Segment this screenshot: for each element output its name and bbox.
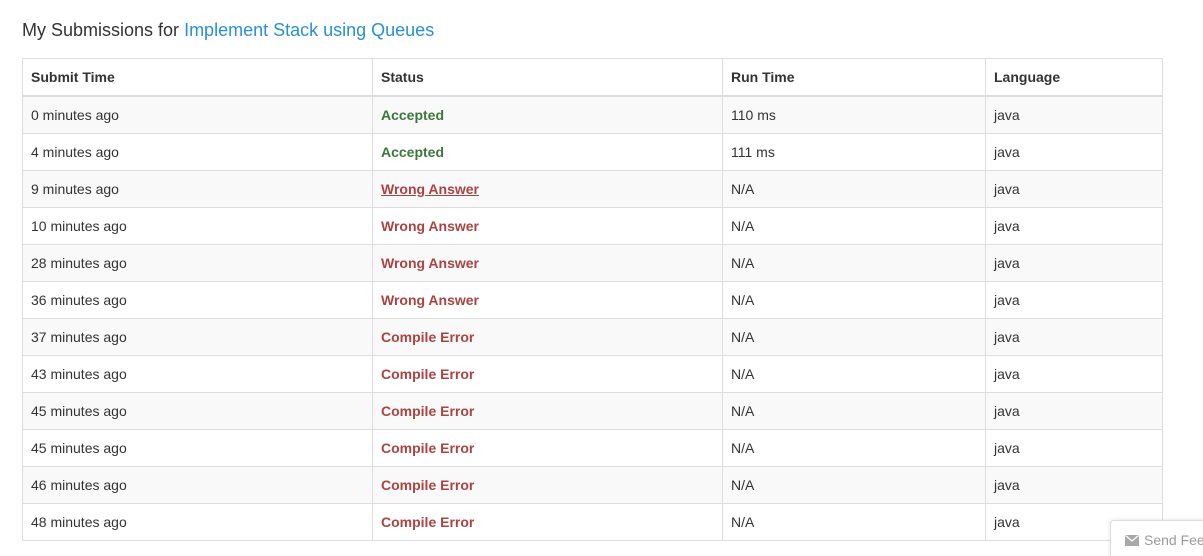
submit-time-cell: 48 minutes ago bbox=[22, 503, 373, 541]
table-row: 4 minutes ago Accepted 111 ms java bbox=[22, 133, 1163, 171]
run-time-cell: N/A bbox=[722, 207, 986, 245]
status-cell: Compile Error bbox=[372, 429, 723, 467]
status-cell: Wrong Answer bbox=[372, 244, 723, 282]
run-time-cell: N/A bbox=[722, 466, 986, 504]
table-row: 45 minutes ago Compile Error N/A java bbox=[22, 429, 1163, 467]
submit-time-cell: 45 minutes ago bbox=[22, 392, 373, 430]
table-header-row: Submit Time Status Run Time Language bbox=[22, 58, 1163, 97]
table-row: 48 minutes ago Compile Error N/A java bbox=[22, 503, 1163, 541]
status-link[interactable]: Wrong Answer bbox=[381, 292, 479, 308]
status-cell: Accepted bbox=[372, 95, 723, 134]
submit-time-cell: 9 minutes ago bbox=[22, 170, 373, 208]
language-cell: java bbox=[985, 244, 1163, 282]
submissions-table: Submit Time Status Run Time Language 0 m… bbox=[22, 58, 1163, 541]
language-cell: java bbox=[985, 355, 1163, 393]
run-time-cell: N/A bbox=[722, 392, 986, 430]
language-cell: java bbox=[985, 281, 1163, 319]
table-row: 43 minutes ago Compile Error N/A java bbox=[22, 355, 1163, 393]
status-link[interactable]: Accepted bbox=[381, 144, 444, 160]
language-cell: java bbox=[985, 207, 1163, 245]
table-row: 46 minutes ago Compile Error N/A java bbox=[22, 466, 1163, 504]
status-link[interactable]: Wrong Answer bbox=[381, 218, 479, 234]
problem-link[interactable]: Implement Stack using Queues bbox=[184, 20, 434, 40]
status-cell: Wrong Answer bbox=[372, 207, 723, 245]
run-time-cell: N/A bbox=[722, 170, 986, 208]
table-row: 0 minutes ago Accepted 110 ms java bbox=[22, 95, 1163, 134]
status-cell: Wrong Answer bbox=[372, 170, 723, 208]
table-row: 10 minutes ago Wrong Answer N/A java bbox=[22, 207, 1163, 245]
submit-time-cell: 0 minutes ago bbox=[22, 95, 373, 134]
status-link[interactable]: Wrong Answer bbox=[381, 255, 479, 271]
language-cell: java bbox=[985, 318, 1163, 356]
status-cell: Compile Error bbox=[372, 392, 723, 430]
column-header-submit-time: Submit Time bbox=[22, 58, 373, 97]
submit-time-cell: 37 minutes ago bbox=[22, 318, 373, 356]
language-cell: java bbox=[985, 170, 1163, 208]
status-link[interactable]: Compile Error bbox=[381, 329, 474, 345]
language-cell: java bbox=[985, 95, 1163, 134]
run-time-cell: N/A bbox=[722, 281, 986, 319]
status-cell: Accepted bbox=[372, 133, 723, 171]
page-title-prefix: My Submissions for bbox=[22, 20, 180, 40]
submit-time-cell: 28 minutes ago bbox=[22, 244, 373, 282]
table-row: 37 minutes ago Compile Error N/A java bbox=[22, 318, 1163, 356]
language-cell: java bbox=[985, 429, 1163, 467]
send-feedback-label: Send Feedback bbox=[1144, 532, 1203, 548]
submit-time-cell: 46 minutes ago bbox=[22, 466, 373, 504]
table-row: 36 minutes ago Wrong Answer N/A java bbox=[22, 281, 1163, 319]
page-title: My Submissions for Implement Stack using… bbox=[22, 18, 434, 42]
status-link[interactable]: Compile Error bbox=[381, 403, 474, 419]
run-time-cell: 111 ms bbox=[722, 133, 986, 171]
status-link[interactable]: Accepted bbox=[381, 107, 444, 123]
table-body: 0 minutes ago Accepted 110 ms java 4 minutes… bbox=[22, 95, 1163, 541]
run-time-cell: N/A bbox=[722, 318, 986, 356]
status-cell: Wrong Answer bbox=[372, 281, 723, 319]
submit-time-cell: 45 minutes ago bbox=[22, 429, 373, 467]
table-row: 9 minutes ago Wrong Answer N/A java bbox=[22, 170, 1163, 208]
run-time-cell: N/A bbox=[722, 244, 986, 282]
language-cell: java bbox=[985, 133, 1163, 171]
submit-time-cell: 10 minutes ago bbox=[22, 207, 373, 245]
send-feedback-button[interactable]: Send Feedback bbox=[1110, 520, 1203, 556]
column-header-run-time: Run Time bbox=[722, 58, 986, 97]
table-header: Submit Time Status Run Time Language bbox=[22, 58, 1163, 97]
status-link[interactable]: Compile Error bbox=[381, 366, 474, 382]
status-link[interactable]: Wrong Answer bbox=[381, 181, 479, 197]
run-time-cell: N/A bbox=[722, 429, 986, 467]
status-cell: Compile Error bbox=[372, 318, 723, 356]
status-cell: Compile Error bbox=[372, 503, 723, 541]
status-link[interactable]: Compile Error bbox=[381, 477, 474, 493]
table-row: 28 minutes ago Wrong Answer N/A java bbox=[22, 244, 1163, 282]
language-cell: java bbox=[985, 466, 1163, 504]
run-time-cell: 110 ms bbox=[722, 95, 986, 134]
status-cell: Compile Error bbox=[372, 466, 723, 504]
submit-time-cell: 4 minutes ago bbox=[22, 133, 373, 171]
column-header-status: Status bbox=[372, 58, 723, 97]
run-time-cell: N/A bbox=[722, 503, 986, 541]
status-cell: Compile Error bbox=[372, 355, 723, 393]
submit-time-cell: 36 minutes ago bbox=[22, 281, 373, 319]
run-time-cell: N/A bbox=[722, 355, 986, 393]
column-header-language: Language bbox=[985, 58, 1163, 97]
envelope-icon bbox=[1125, 533, 1139, 549]
language-cell: java bbox=[985, 392, 1163, 430]
submit-time-cell: 43 minutes ago bbox=[22, 355, 373, 393]
table-row: 45 minutes ago Compile Error N/A java bbox=[22, 392, 1163, 430]
status-link[interactable]: Compile Error bbox=[381, 514, 474, 530]
status-link[interactable]: Compile Error bbox=[381, 440, 474, 456]
